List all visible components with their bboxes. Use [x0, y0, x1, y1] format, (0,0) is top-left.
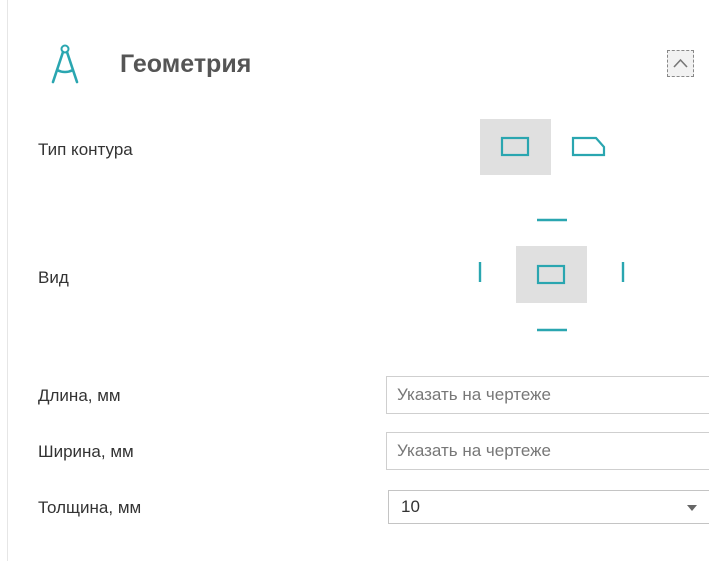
length-label: Длина, мм — [38, 386, 121, 405]
thickness-value: 10 — [401, 497, 420, 516]
width-input[interactable] — [387, 433, 709, 469]
length-field[interactable] — [386, 376, 709, 414]
thickness-select[interactable]: 10 — [388, 490, 709, 524]
view-right-button[interactable] — [606, 252, 640, 292]
compass-icon — [51, 44, 79, 84]
rectangle-icon — [500, 136, 530, 157]
collapse-button[interactable] — [667, 50, 694, 77]
section-title: Геометрия — [120, 50, 252, 78]
view-label: Вид — [38, 268, 69, 287]
view-top-button[interactable] — [527, 206, 577, 234]
width-field[interactable] — [386, 432, 709, 470]
width-label: Ширина, мм — [38, 442, 134, 461]
contour-type-label: Тип контура — [38, 140, 133, 159]
bottom-side-icon — [537, 328, 567, 332]
beveled-shape-icon — [571, 136, 606, 157]
contour-bevel-button[interactable] — [560, 119, 620, 175]
dropdown-arrow-icon — [687, 505, 697, 511]
length-input[interactable] — [387, 377, 709, 413]
view-bottom-button[interactable] — [527, 316, 577, 344]
contour-rectangle-button[interactable] — [480, 119, 551, 175]
panel-left-border — [7, 0, 8, 561]
thickness-label: Толщина, мм — [38, 498, 142, 517]
chevron-up-icon — [673, 58, 688, 68]
view-front-button[interactable] — [516, 246, 587, 303]
right-side-icon — [621, 262, 625, 282]
rectangle-icon — [536, 264, 566, 285]
view-left-button[interactable] — [463, 252, 497, 292]
left-side-icon — [478, 262, 482, 282]
top-side-icon — [537, 218, 567, 222]
